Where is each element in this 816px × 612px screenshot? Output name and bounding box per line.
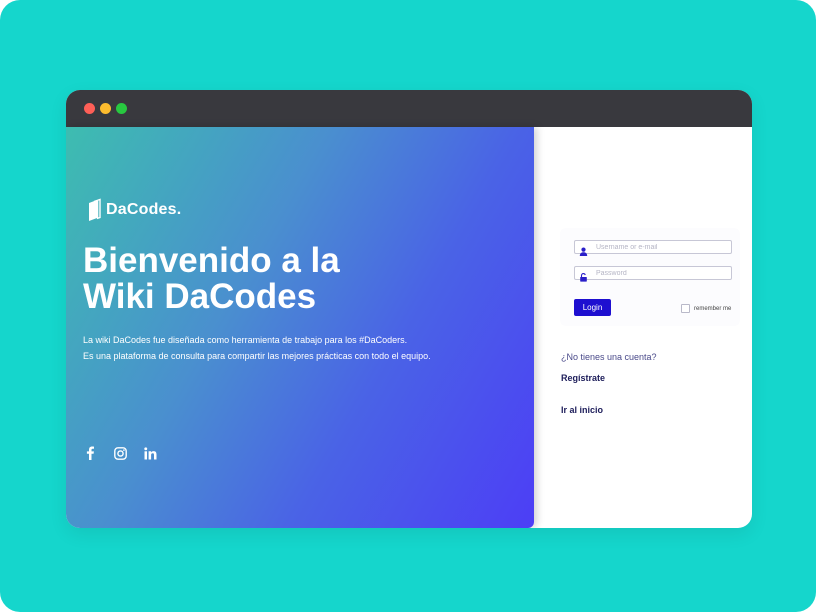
remember-me-label: remember me <box>694 305 732 312</box>
register-link[interactable]: Regístrate <box>561 373 605 383</box>
page-title: Bienvenido a la Wiki DaCodes <box>83 243 503 315</box>
description-line-1: La wiki DaCodes fue diseñada como herram… <box>83 335 408 345</box>
login-button[interactable]: Login <box>574 299 611 316</box>
title-line-1: Bienvenido a la <box>83 241 340 280</box>
logo-text: DaCodes. <box>106 201 182 218</box>
minimize-window-button[interactable] <box>100 103 111 114</box>
user-icon <box>579 243 588 256</box>
browser-window: DaCodes. Bienvenido a la Wiki DaCodes La… <box>66 90 752 528</box>
login-form: Login remember me <box>560 228 740 326</box>
home-link[interactable]: Ir al inicio <box>561 405 603 415</box>
description-line-2: Es una plataforma de consulta para compa… <box>83 351 431 361</box>
linkedin-icon[interactable] <box>142 445 158 461</box>
no-account-question: ¿No tienes una cuenta? <box>561 352 657 362</box>
facebook-icon[interactable] <box>82 445 98 461</box>
instagram-icon[interactable] <box>112 445 128 461</box>
remember-me-checkbox[interactable] <box>681 304 690 313</box>
password-input[interactable] <box>596 267 726 279</box>
social-links <box>82 445 158 461</box>
description: La wiki DaCodes fue diseñada como herram… <box>83 332 513 364</box>
maximize-window-button[interactable] <box>116 103 127 114</box>
logo: DaCodes. <box>86 198 181 222</box>
page-background: DaCodes. Bienvenido a la Wiki DaCodes La… <box>0 0 816 612</box>
window-titlebar <box>66 90 752 127</box>
username-field-wrapper <box>574 240 732 256</box>
close-window-button[interactable] <box>84 103 95 114</box>
remember-me[interactable]: remember me <box>681 304 731 313</box>
password-field-wrapper <box>574 266 732 282</box>
lock-icon <box>579 269 588 282</box>
username-input[interactable] <box>596 241 726 253</box>
logo-icon <box>86 198 102 222</box>
title-line-2: Wiki DaCodes <box>83 277 317 316</box>
hero-panel: DaCodes. Bienvenido a la Wiki DaCodes La… <box>66 127 534 528</box>
